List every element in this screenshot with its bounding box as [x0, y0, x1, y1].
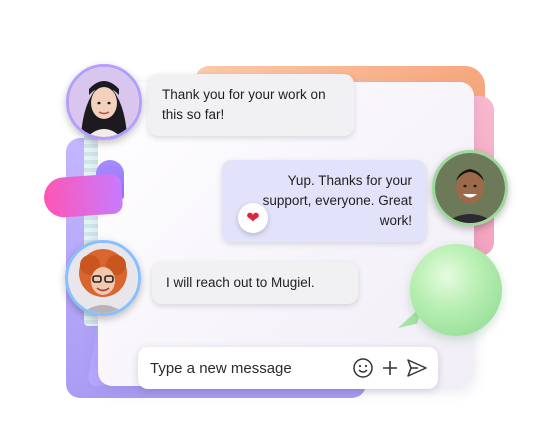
avatar[interactable] — [432, 150, 508, 226]
avatar[interactable] — [66, 64, 142, 140]
heart-icon[interactable]: ❤ — [238, 203, 268, 233]
emoji-icon[interactable] — [351, 354, 374, 382]
avatar[interactable] — [65, 240, 141, 316]
message-bubble[interactable]: Thank you for your work on this so far! — [148, 74, 354, 136]
send-icon[interactable] — [405, 354, 428, 382]
decorative-green-bubble — [410, 244, 502, 336]
message-bubble[interactable]: I will reach out to Mugiel. — [152, 262, 358, 304]
message-composer — [138, 347, 438, 389]
message-text: I will reach out to Mugiel. — [166, 275, 315, 290]
message-text: Yup. Thanks for your support, everyone. … — [262, 173, 412, 228]
decorative-ribbon — [42, 173, 124, 219]
add-icon[interactable] — [378, 354, 401, 382]
message-input[interactable] — [138, 358, 351, 378]
message-text: Thank you for your work on this so far! — [162, 87, 326, 122]
